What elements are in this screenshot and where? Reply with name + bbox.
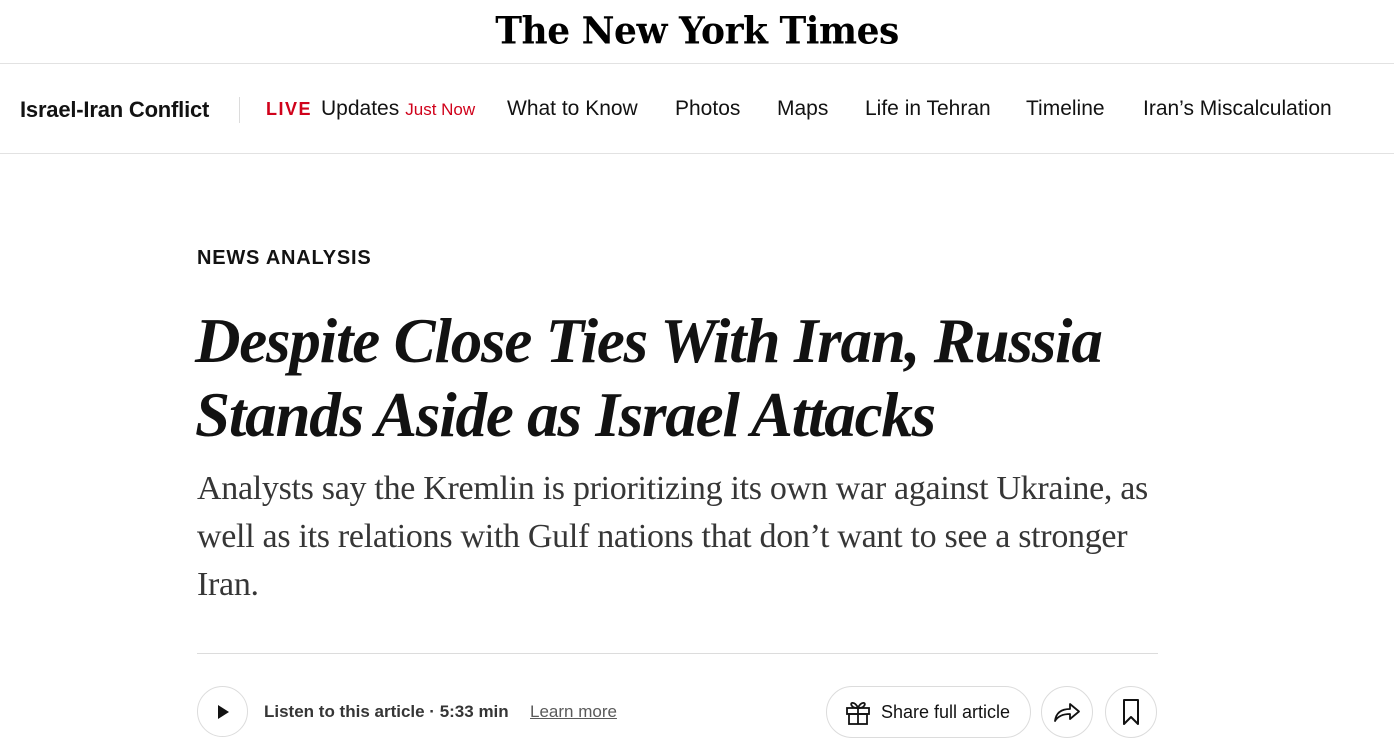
bookmark-icon [1123, 699, 1139, 725]
article-headline: Despite Close Ties With Iran, Russia Sta… [195, 306, 1103, 450]
live-timestamp: Just Now [405, 100, 476, 119]
nav-item-life-in-tehran[interactable]: Life in Tehran [865, 97, 991, 121]
nav-item-live-updates[interactable]: LIVE Updates Just Now [266, 97, 475, 121]
nyt-logo[interactable]: The New York Times [495, 8, 899, 52]
section-nav: Israel-Iran Conflict LIVE Updates Just N… [0, 64, 1394, 154]
nav-item-photos[interactable]: Photos [675, 97, 740, 121]
share-arrow-icon [1054, 703, 1080, 722]
share-button-label: Share full article [881, 701, 1011, 722]
listen-duration-text: Listen to this article · 5:33 min [264, 702, 509, 721]
article-kicker: NEWS ANALYSIS [197, 247, 372, 269]
nav-item-maps[interactable]: Maps [777, 97, 828, 121]
share-button[interactable] [1041, 686, 1093, 738]
live-updates-label: Updates [321, 97, 400, 120]
nav-item-what-to-know[interactable]: What to Know [507, 97, 638, 121]
play-icon [217, 704, 229, 719]
divider-rule [197, 653, 1158, 654]
learn-more-link[interactable]: Learn more [530, 702, 617, 722]
article-summary: Analysts say the Kremlin is prioritizing… [197, 470, 1148, 603]
live-badge: LIVE [266, 99, 313, 119]
bookmark-button[interactable] [1105, 686, 1157, 738]
play-audio-button[interactable] [197, 686, 248, 737]
gift-icon [846, 701, 870, 725]
masthead: The New York Times [0, 0, 1394, 64]
section-title[interactable]: Israel-Iran Conflict [20, 97, 209, 123]
nav-divider [239, 97, 240, 123]
nav-item-irans-miscalculation[interactable]: Iran’s Miscalculation [1143, 97, 1332, 121]
share-full-article-button[interactable]: Share full article [826, 686, 1031, 738]
nav-item-timeline[interactable]: Timeline [1026, 97, 1105, 121]
